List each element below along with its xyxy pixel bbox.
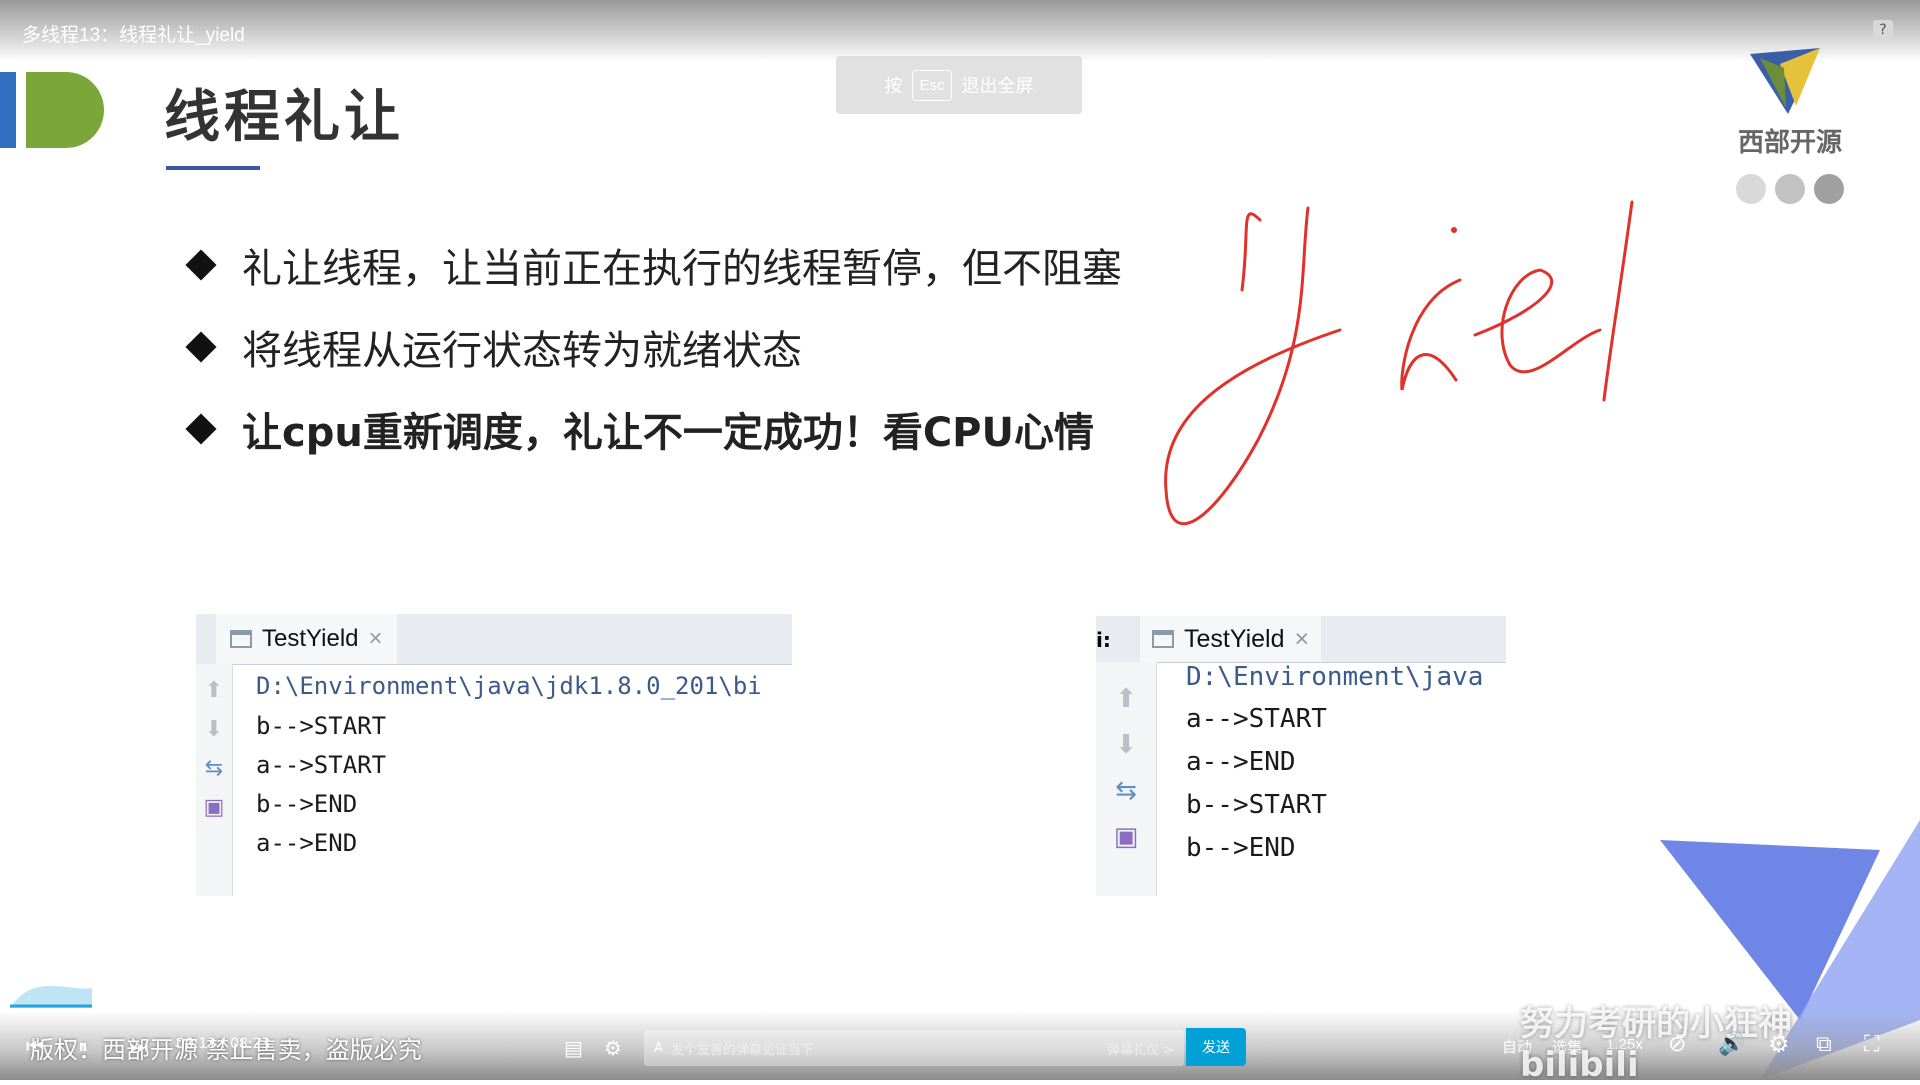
console-gutter: ⬆ ⬇ ⇆ ▣ xyxy=(196,664,233,896)
console-panel-left: TestYield × ⬆ ⬇ ⇆ ▣ D:\Environment\java\… xyxy=(196,614,792,896)
bullet-2: 将线程从运行状态转为就绪状态 xyxy=(184,318,802,376)
window-icon xyxy=(230,630,252,648)
soft-wrap-icon[interactable]: ⇆ xyxy=(196,756,232,781)
pause-icon[interactable]: ⏸ xyxy=(78,1034,88,1058)
handwriting-yield xyxy=(1164,200,1634,526)
slide-dot-3 xyxy=(1814,174,1844,204)
bullet-diamond-icon xyxy=(185,331,217,363)
decorative-wave xyxy=(10,986,92,1008)
slide-dot-1 xyxy=(1736,174,1766,204)
video-title: 多线程13：线程礼让_yield xyxy=(22,25,245,46)
danmaku-placeholder: 发个友善的弹幕见证当下 xyxy=(670,1042,814,1058)
console-panel-right: i: TestYield × ⬆ ⬇ ⇆ ▣ D:\Environment\ja… xyxy=(1096,616,1506,896)
console-line: a-->END xyxy=(1186,747,1296,777)
scroll-up-icon[interactable]: ⬆ xyxy=(1096,684,1156,714)
console-gutter: ⬆ ⬇ ⇆ ▣ xyxy=(1096,662,1157,896)
scroll-down-icon[interactable]: ⬇ xyxy=(1096,730,1156,760)
console-line: a-->END xyxy=(256,829,358,857)
volume-icon[interactable]: 🔊 xyxy=(1718,1032,1745,1057)
console-line: b-->END xyxy=(256,790,358,818)
settings-gear-icon[interactable]: ⚙ xyxy=(1768,1030,1790,1058)
console-line: a-->START xyxy=(1186,704,1327,734)
console-line: a-->START xyxy=(256,751,387,779)
scroll-to-end-icon[interactable]: ▣ xyxy=(196,795,232,820)
title-underline xyxy=(166,166,260,170)
bullet-text: 礼让线程，让当前正在执行的线程暂停，但不阻塞 xyxy=(242,246,1122,292)
exit-fullscreen-hint: 按 Esc 退出全屏 xyxy=(836,56,1082,114)
next-icon[interactable]: ⏭ xyxy=(130,1034,148,1058)
tab-testyield[interactable]: TestYield × xyxy=(216,614,397,664)
top-bar xyxy=(0,0,1920,62)
esc-key: Esc xyxy=(912,69,952,101)
slide-logo-bar xyxy=(0,72,16,148)
danmaku-settings-icon[interactable]: ⚙ xyxy=(604,1036,622,1060)
tab-label: TestYield xyxy=(1184,624,1285,653)
picture-in-picture-icon[interactable]: ⧉ xyxy=(1816,1032,1832,1057)
danmaku-toggle-icon[interactable]: ▤ xyxy=(564,1036,583,1060)
console-tab-bar: i: TestYield × xyxy=(1096,616,1506,663)
bullet-diamond-icon xyxy=(185,249,217,281)
text-style-icon[interactable]: A xyxy=(654,1041,663,1056)
console-line: b-->START xyxy=(1186,790,1327,820)
tab-testyield[interactable]: TestYield × xyxy=(1140,616,1322,662)
window-icon xyxy=(1152,630,1174,648)
panel-prefix: i: xyxy=(1096,628,1111,652)
prev-icon[interactable]: ⏮ xyxy=(26,1034,44,1058)
close-icon[interactable]: × xyxy=(369,625,383,653)
console-line: D:\Environment\java xyxy=(1186,662,1484,692)
playback-time: 00:13 / 08:23 xyxy=(176,1036,271,1052)
slide-logo-d xyxy=(26,72,104,148)
bullet-1: 礼让线程，让当前正在执行的线程暂停，但不阻塞 xyxy=(184,236,1122,294)
bullet-text: 让cpu重新调度，礼让不一定成功！看CPU心情 xyxy=(242,410,1094,456)
console-line: b-->END xyxy=(1186,833,1296,863)
bullet-3: 让cpu重新调度，礼让不一定成功！看CPU心情 xyxy=(184,400,1094,458)
send-danmaku-button[interactable]: 发送 xyxy=(1186,1028,1246,1066)
scroll-up-icon[interactable]: ⬆ xyxy=(196,678,232,703)
bullet-text: 将线程从运行状态转为就绪状态 xyxy=(242,328,802,374)
subtitle-off-icon[interactable]: ⊘ xyxy=(1668,1032,1686,1057)
bullet-diamond-icon xyxy=(185,413,217,445)
soft-wrap-icon[interactable]: ⇆ xyxy=(1096,776,1156,806)
brand-name: 西部开源 xyxy=(1738,128,1843,158)
slide-title: 线程礼让 xyxy=(164,85,404,150)
esc-hint-press: 按 xyxy=(884,76,903,96)
scroll-down-icon[interactable]: ⬇ xyxy=(196,717,232,742)
console-line: b-->START xyxy=(256,712,387,740)
console-line: D:\Environment\java\jdk1.8.0_201\bi xyxy=(256,672,762,700)
console-tab-bar: TestYield × xyxy=(196,614,792,665)
danmaku-etiquette-link[interactable]: 弹幕礼仪 > xyxy=(1107,1039,1174,1058)
close-icon[interactable]: × xyxy=(1295,625,1310,654)
fullscreen-icon[interactable]: ⛶ xyxy=(1864,1032,1879,1057)
help-icon[interactable]: ? xyxy=(1873,20,1893,40)
esc-hint-action: 退出全屏 xyxy=(961,76,1034,96)
scroll-to-end-icon[interactable]: ▣ xyxy=(1096,822,1156,852)
slide-dot-2 xyxy=(1775,174,1805,204)
danmaku-input[interactable]: A 发个友善的弹幕见证当下 弹幕礼仪 > xyxy=(644,1030,1184,1066)
tab-label: TestYield xyxy=(262,625,359,652)
